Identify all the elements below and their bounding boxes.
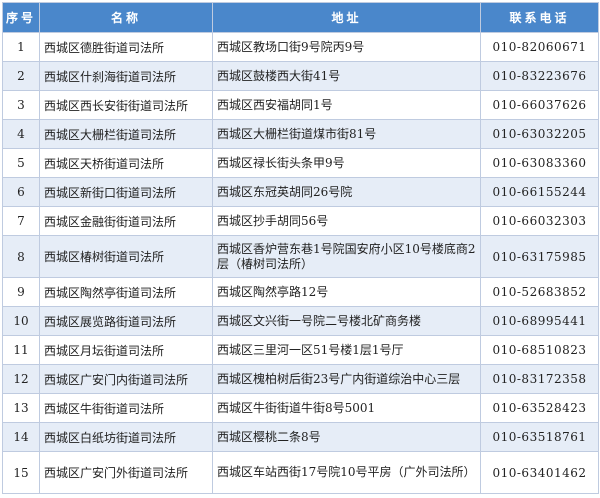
office-address: 西城区香炉营东巷1号院国安府小区10号楼底商2层（椿树司法所）	[212, 235, 481, 278]
table-row: 2 西城区什刹海街道司法所 西城区鼓楼西大街41号 010-83223676	[2, 61, 599, 91]
table-row: 10 西城区展览路街道司法所 西城区文兴街一号院二号楼北矿商务楼 010-689…	[2, 306, 599, 336]
row-number: 8	[2, 235, 40, 278]
office-phone: 010-66037626	[480, 90, 599, 120]
row-number: 3	[2, 90, 40, 120]
row-number: 5	[2, 148, 40, 178]
office-phone: 010-82060671	[480, 32, 599, 62]
office-address: 西城区鼓楼西大街41号	[212, 61, 481, 91]
office-address: 西城区文兴街一号院二号楼北矿商务楼	[212, 306, 481, 336]
table-row: 3 西城区西长安街街道司法所 西城区西安福胡同1号 010-66037626	[2, 90, 599, 120]
office-phone: 010-63083360	[480, 148, 599, 178]
row-number: 4	[2, 119, 40, 149]
office-address: 西城区陶然亭路12号	[212, 277, 481, 307]
table-row: 7 西城区金融街街道司法所 西城区抄手胡同56号 010-66032303	[2, 206, 599, 236]
table-row: 1 西城区德胜街道司法所 西城区教场口街9号院丙9号 010-82060671	[2, 32, 599, 62]
row-number: 14	[2, 422, 40, 452]
office-name: 西城区白纸坊街道司法所	[39, 422, 213, 452]
table-row: 6 西城区新街口街道司法所 西城区东冠英胡同26号院 010-66155244	[2, 177, 599, 207]
office-address: 西城区樱桃二条8号	[212, 422, 481, 452]
row-number: 9	[2, 277, 40, 307]
office-phone: 010-63175985	[480, 235, 599, 278]
table-row: 15 西城区广安门外街道司法所 西城区车站西街17号院10号平房（广外司法所） …	[2, 451, 599, 494]
row-number: 15	[2, 451, 40, 494]
office-name: 西城区新街口街道司法所	[39, 177, 213, 207]
row-number: 12	[2, 364, 40, 394]
office-phone: 010-66032303	[480, 206, 599, 236]
office-phone: 010-68995441	[480, 306, 599, 336]
office-name: 西城区金融街街道司法所	[39, 206, 213, 236]
office-phone: 010-83223676	[480, 61, 599, 91]
office-address: 西城区大栅栏街道煤市街81号	[212, 119, 481, 149]
header-name: 名称	[39, 2, 213, 33]
table-row: 14 西城区白纸坊街道司法所 西城区樱桃二条8号 010-63518761	[2, 422, 599, 452]
table-row: 4 西城区大栅栏街道司法所 西城区大栅栏街道煤市街81号 010-6303220…	[2, 119, 599, 149]
row-number: 2	[2, 61, 40, 91]
office-phone: 010-66155244	[480, 177, 599, 207]
office-name: 西城区展览路街道司法所	[39, 306, 213, 336]
office-name: 西城区椿树街道司法所	[39, 235, 213, 278]
table-row: 12 西城区广安门内街道司法所 西城区槐柏树后街23号广内街道综治中心三层 01…	[2, 364, 599, 394]
office-name: 西城区大栅栏街道司法所	[39, 119, 213, 149]
row-number: 13	[2, 393, 40, 423]
office-address: 西城区教场口街9号院丙9号	[212, 32, 481, 62]
office-name: 西城区什刹海街道司法所	[39, 61, 213, 91]
table-row: 11 西城区月坛街道司法所 西城区三里河一区51号楼1层1号厅 010-6851…	[2, 335, 599, 365]
office-phone: 010-63032205	[480, 119, 599, 149]
office-address: 西城区抄手胡同56号	[212, 206, 481, 236]
office-name: 西城区陶然亭街道司法所	[39, 277, 213, 307]
office-name: 西城区广安门内街道司法所	[39, 364, 213, 394]
office-phone: 010-63518761	[480, 422, 599, 452]
table-row: 9 西城区陶然亭街道司法所 西城区陶然亭路12号 010-52683852	[2, 277, 599, 307]
office-phone: 010-63401462	[480, 451, 599, 494]
office-name: 西城区月坛街道司法所	[39, 335, 213, 365]
header-address: 地址	[212, 2, 481, 33]
judicial-office-table: 序号 名称 地址 联系电话 1 西城区德胜街道司法所 西城区教场口街9号院丙9号…	[2, 2, 599, 494]
office-name: 西城区广安门外街道司法所	[39, 451, 213, 494]
office-address: 西城区东冠英胡同26号院	[212, 177, 481, 207]
table-row: 13 西城区牛街街道司法所 西城区牛街街道牛街8号5001 010-635284…	[2, 393, 599, 423]
office-address: 西城区牛街街道牛街8号5001	[212, 393, 481, 423]
office-address: 西城区西安福胡同1号	[212, 90, 481, 120]
office-name: 西城区牛街街道司法所	[39, 393, 213, 423]
office-name: 西城区西长安街街道司法所	[39, 90, 213, 120]
office-address: 西城区车站西街17号院10号平房（广外司法所）	[212, 451, 481, 494]
row-number: 1	[2, 32, 40, 62]
office-phone: 010-68510823	[480, 335, 599, 365]
header-number: 序号	[2, 2, 40, 33]
table-row: 5 西城区天桥街道司法所 西城区禄长街头条甲9号 010-63083360	[2, 148, 599, 178]
office-address: 西城区禄长街头条甲9号	[212, 148, 481, 178]
office-address: 西城区三里河一区51号楼1层1号厅	[212, 335, 481, 365]
row-number: 6	[2, 177, 40, 207]
office-name: 西城区天桥街道司法所	[39, 148, 213, 178]
table-row: 8 西城区椿树街道司法所 西城区香炉营东巷1号院国安府小区10号楼底商2层（椿树…	[2, 235, 599, 278]
office-name: 西城区德胜街道司法所	[39, 32, 213, 62]
table-header-row: 序号 名称 地址 联系电话	[2, 2, 599, 33]
row-number: 7	[2, 206, 40, 236]
header-phone: 联系电话	[480, 2, 599, 33]
row-number: 11	[2, 335, 40, 365]
office-phone: 010-52683852	[480, 277, 599, 307]
office-phone: 010-83172358	[480, 364, 599, 394]
office-phone: 010-63528423	[480, 393, 599, 423]
office-address: 西城区槐柏树后街23号广内街道综治中心三层	[212, 364, 481, 394]
row-number: 10	[2, 306, 40, 336]
